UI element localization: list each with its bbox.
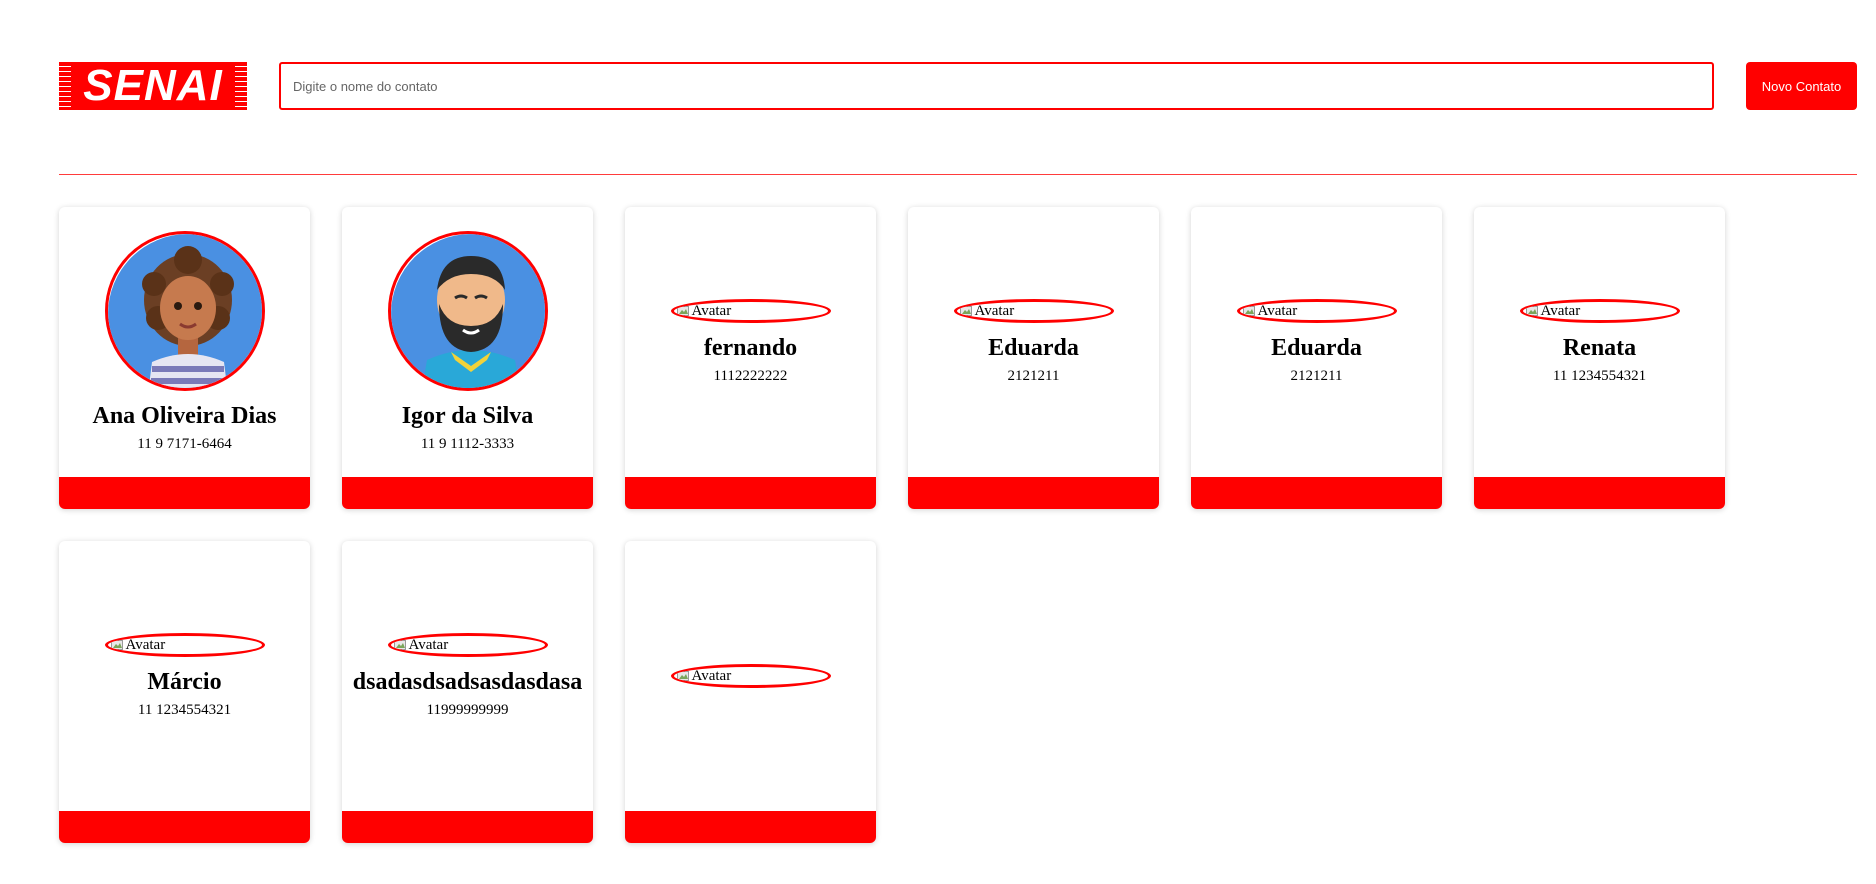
avatar: Avatar: [387, 633, 548, 657]
contact-phone: 2121211: [1290, 368, 1343, 384]
contact-name: Igor da Silva: [401, 403, 534, 429]
avatar-alt-text: Avatar: [974, 303, 1015, 319]
contact-card[interactable]: Avatar Márcio 11 1234554321: [59, 541, 310, 843]
card-footer-bar: [59, 477, 310, 509]
avatar: Avatar: [670, 664, 831, 688]
contact-card[interactable]: Igor da Silva 11 9 1112-3333: [342, 207, 593, 509]
card-footer-bar: [1474, 477, 1725, 509]
card-footer-bar: [342, 811, 593, 843]
avatar: Avatar: [104, 633, 265, 657]
contact-grid: Ana Oliveira Dias 11 9 7171-6464 Igor da…: [59, 207, 1819, 843]
broken-image-icon: [676, 306, 689, 316]
card-footer-bar: [59, 811, 310, 843]
avatar: [387, 231, 548, 391]
avatar: Avatar: [1519, 299, 1680, 323]
avatar-alt-text: Avatar: [691, 668, 732, 684]
contact-name: Ana Oliveira Dias: [92, 403, 277, 429]
contact-name: Eduarda: [988, 335, 1079, 361]
contact-name: fernando: [703, 335, 798, 361]
broken-image-icon: [1525, 306, 1538, 316]
contact-name: Renata: [1562, 335, 1637, 361]
card-footer-bar: [342, 477, 593, 509]
broken-image-icon: [676, 671, 689, 681]
broken-image-icon: [110, 640, 123, 650]
contact-name: Eduarda: [1271, 335, 1362, 361]
header: SENAI Novo Contato: [0, 0, 1876, 140]
contact-card[interactable]: Avatar Eduarda 2121211: [908, 207, 1159, 509]
avatar-alt-text: Avatar: [408, 637, 449, 653]
avatar-alt-text: Avatar: [1257, 303, 1298, 319]
avatar: Avatar: [1236, 299, 1397, 323]
avatar: Avatar: [670, 299, 831, 323]
card-footer-bar: [625, 477, 876, 509]
avatar-alt-text: Avatar: [1540, 303, 1581, 319]
header-divider: [59, 174, 1857, 175]
contact-card[interactable]: Avatar Renata 11 1234554321: [1474, 207, 1725, 509]
contact-name: Márcio: [147, 669, 222, 695]
contact-phone: 11999999999: [426, 702, 509, 718]
contact-card[interactable]: Ana Oliveira Dias 11 9 7171-6464: [59, 207, 310, 509]
new-contact-button[interactable]: Novo Contato: [1746, 62, 1857, 110]
man-avatar-illustration: [390, 234, 545, 388]
broken-image-icon: [393, 640, 406, 650]
contact-phone: 11 9 1112-3333: [420, 436, 515, 452]
contact-phone: 2121211: [1007, 368, 1060, 384]
avatar: Avatar: [953, 299, 1114, 323]
card-footer-bar: [1191, 477, 1442, 509]
contact-card[interactable]: Avatar: [625, 541, 876, 843]
search-input[interactable]: [279, 62, 1714, 110]
card-footer-bar: [625, 811, 876, 843]
contact-name: dsadasdsadsasdasdasa: [352, 669, 583, 695]
broken-image-icon: [1242, 306, 1255, 316]
card-footer-bar: [908, 477, 1159, 509]
avatar-alt-text: Avatar: [125, 637, 166, 653]
contact-phone: 11 1234554321: [137, 702, 232, 718]
broken-image-icon: [959, 306, 972, 316]
contact-card[interactable]: Avatar dsadasdsadsasdasdasa 11999999999: [342, 541, 593, 843]
logo-wordmark: SENAI: [71, 62, 235, 110]
contact-card[interactable]: Avatar Eduarda 2121211: [1191, 207, 1442, 509]
contact-card[interactable]: Avatar fernando 1112222222: [625, 207, 876, 509]
contact-phone: 11 1234554321: [1552, 368, 1647, 384]
senai-logo[interactable]: SENAI: [59, 62, 247, 110]
avatar-alt-text: Avatar: [691, 303, 732, 319]
woman-avatar-illustration: [107, 234, 262, 388]
contact-phone: 1112222222: [713, 368, 788, 384]
avatar: [104, 231, 265, 391]
contact-phone: 11 9 7171-6464: [137, 436, 232, 452]
